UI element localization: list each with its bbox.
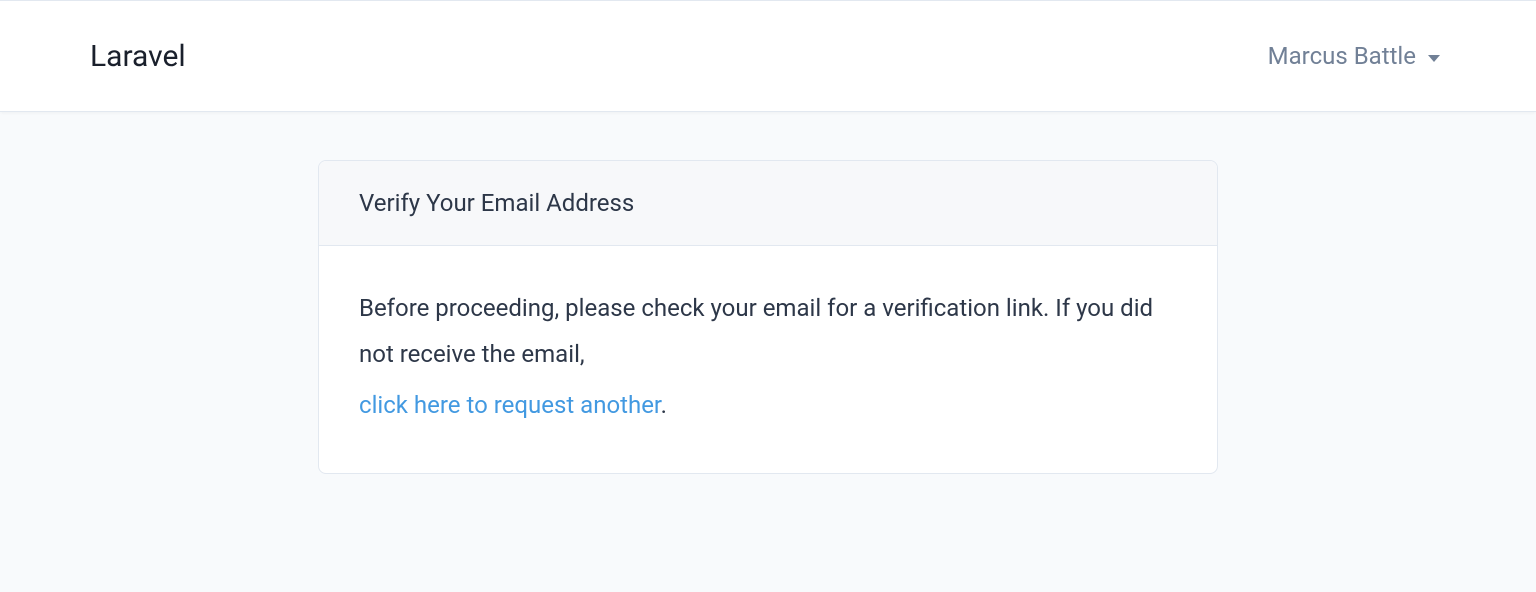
link-suffix: . — [661, 391, 667, 419]
user-dropdown[interactable]: Marcus Battle — [1268, 42, 1440, 70]
navbar: Laravel Marcus Battle — [0, 0, 1536, 112]
navbar-brand[interactable]: Laravel — [90, 39, 186, 74]
caret-down-icon — [1428, 55, 1440, 62]
user-name-label: Marcus Battle — [1268, 42, 1416, 70]
resend-link[interactable]: click here to request another — [359, 391, 661, 419]
card-body: Before proceeding, please check your ema… — [319, 246, 1217, 473]
verify-email-card: Verify Your Email Address Before proceed… — [318, 160, 1218, 474]
card-body-text: Before proceeding, please check your ema… — [359, 294, 1153, 368]
card-header: Verify Your Email Address — [319, 161, 1217, 246]
resend-link-block: click here to request another. — [359, 383, 1177, 429]
main-container: Verify Your Email Address Before proceed… — [0, 112, 1536, 474]
